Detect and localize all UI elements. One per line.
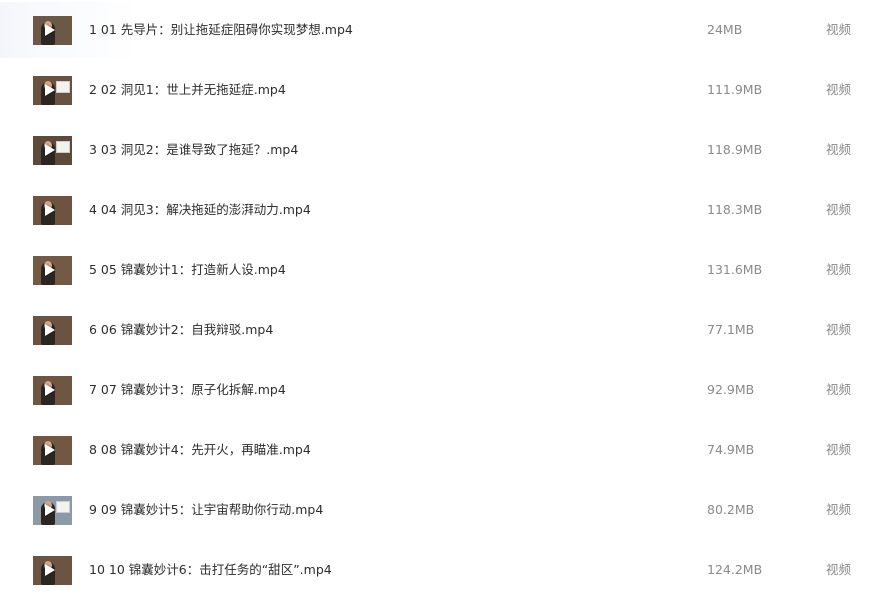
- file-size: 92.9MB: [707, 382, 755, 397]
- video-thumbnail[interactable]: [33, 256, 72, 285]
- file-type: 视频: [826, 22, 852, 37]
- play-icon: [45, 564, 55, 576]
- file-name[interactable]: 9 09 锦囊妙计5：让宇宙帮助你行动.mp4: [89, 501, 323, 519]
- file-size: 80.2MB: [707, 502, 755, 517]
- file-type: 视频: [826, 82, 852, 97]
- file-size: 131.6MB: [707, 262, 763, 277]
- video-thumbnail[interactable]: [33, 316, 72, 345]
- file-row[interactable]: 5 05 锦囊妙计1：打造新人设.mp4 131.6MB 视频: [0, 242, 885, 298]
- video-thumbnail[interactable]: [33, 436, 72, 465]
- play-icon: [45, 144, 55, 156]
- file-row[interactable]: 7 07 锦囊妙计3：原子化拆解.mp4 92.9MB 视频: [0, 362, 885, 418]
- file-type: 视频: [826, 502, 852, 517]
- video-thumbnail[interactable]: [33, 496, 72, 525]
- file-name[interactable]: 7 07 锦囊妙计3：原子化拆解.mp4: [89, 381, 286, 399]
- file-size: 111.9MB: [707, 82, 763, 97]
- file-name[interactable]: 4 04 洞见3：解决拖延的澎湃动力.mp4: [89, 201, 311, 219]
- video-thumbnail[interactable]: [33, 16, 72, 45]
- file-type: 视频: [826, 322, 852, 337]
- play-icon: [45, 84, 55, 96]
- play-icon: [45, 444, 55, 456]
- file-type: 视频: [826, 202, 852, 217]
- file-row[interactable]: 8 08 锦囊妙计4：先开火，再瞄准.mp4 74.9MB 视频: [0, 422, 885, 478]
- file-type: 视频: [826, 562, 852, 577]
- file-type: 视频: [826, 262, 852, 277]
- file-size: 118.9MB: [707, 142, 763, 157]
- file-name[interactable]: 5 05 锦囊妙计1：打造新人设.mp4: [89, 261, 286, 279]
- file-row[interactable]: 1 01 先导片：别让拖延症阻碍你实现梦想.mp4 24MB 视频: [0, 2, 885, 58]
- play-icon: [45, 204, 55, 216]
- file-row[interactable]: 10 10 锦囊妙计6：击打任务的“甜区”.mp4 124.2MB 视频: [0, 542, 885, 594]
- play-icon: [45, 504, 55, 516]
- thumbnail-board: [56, 501, 70, 513]
- play-icon: [45, 24, 55, 36]
- video-thumbnail[interactable]: [33, 196, 72, 225]
- file-name[interactable]: 10 10 锦囊妙计6：击打任务的“甜区”.mp4: [89, 561, 332, 579]
- file-name[interactable]: 1 01 先导片：别让拖延症阻碍你实现梦想.mp4: [89, 21, 353, 39]
- file-row[interactable]: 3 03 洞见2：是谁导致了拖延？.mp4 118.9MB 视频: [0, 122, 885, 178]
- play-icon: [45, 384, 55, 396]
- play-icon: [45, 324, 55, 336]
- file-size: 118.3MB: [707, 202, 763, 217]
- file-type: 视频: [826, 382, 852, 397]
- file-size: 74.9MB: [707, 442, 755, 457]
- file-name[interactable]: 2 02 洞见1：世上并无拖延症.mp4: [89, 81, 286, 99]
- file-row[interactable]: 6 06 锦囊妙计2：自我辩驳.mp4 77.1MB 视频: [0, 302, 885, 358]
- video-thumbnail[interactable]: [33, 376, 72, 405]
- file-size: 77.1MB: [707, 322, 755, 337]
- video-thumbnail[interactable]: [33, 76, 72, 105]
- file-size: 124.2MB: [707, 562, 763, 577]
- file-name[interactable]: 3 03 洞见2：是谁导致了拖延？.mp4: [89, 141, 298, 159]
- file-row[interactable]: 4 04 洞见3：解决拖延的澎湃动力.mp4 118.3MB 视频: [0, 182, 885, 238]
- file-type: 视频: [826, 442, 852, 457]
- file-row[interactable]: 2 02 洞见1：世上并无拖延症.mp4 111.9MB 视频: [0, 62, 885, 118]
- thumbnail-board: [56, 81, 70, 93]
- file-list: 1 01 先导片：别让拖延症阻碍你实现梦想.mp4 24MB 视频 2 02 洞…: [0, 0, 885, 594]
- file-name[interactable]: 6 06 锦囊妙计2：自我辩驳.mp4: [89, 321, 273, 339]
- file-type: 视频: [826, 142, 852, 157]
- thumbnail-board: [56, 141, 70, 153]
- video-thumbnail[interactable]: [33, 136, 72, 165]
- file-size: 24MB: [707, 22, 743, 37]
- file-row[interactable]: 9 09 锦囊妙计5：让宇宙帮助你行动.mp4 80.2MB 视频: [0, 482, 885, 538]
- video-thumbnail[interactable]: [33, 556, 72, 585]
- file-name[interactable]: 8 08 锦囊妙计4：先开火，再瞄准.mp4: [89, 441, 311, 459]
- play-icon: [45, 264, 55, 276]
